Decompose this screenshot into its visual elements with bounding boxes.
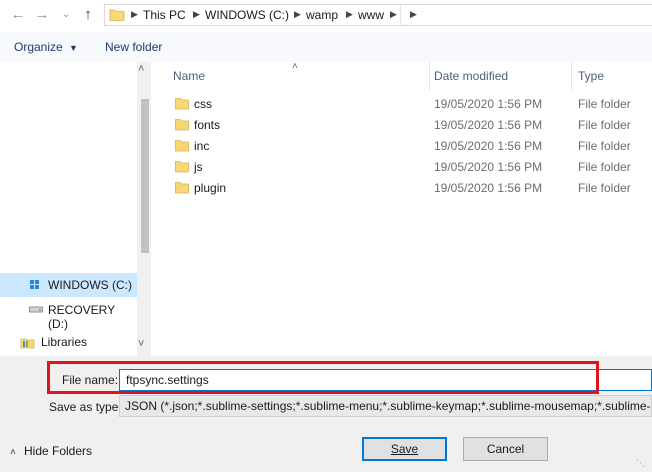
folder-icon [109,9,125,21]
file-name: plugin [194,181,227,195]
file-date: 19/05/2020 1:56 PM [434,160,543,174]
file-type: File folder [578,160,631,174]
file-date: 19/05/2020 1:56 PM [434,97,543,111]
recent-locations-chevron-icon[interactable]: ⌄ [56,4,76,26]
nav-item-windows-c[interactable]: WINDOWS (C:) [0,273,137,297]
resize-grip-icon[interactable]: ⋱ [636,458,645,469]
drive-icon [29,306,43,313]
breadcrumb-separator-icon: ▶ [131,9,138,19]
command-toolbar: Organize ▼ New folder [0,32,652,63]
folder-icon [175,182,189,194]
file-date: 19/05/2020 1:56 PM [434,181,543,195]
hide-folders-label: Hide Folders [24,444,93,458]
breadcrumb-separator-icon[interactable]: ▶ [390,9,397,20]
address-row: ← → ⌄ ↑ ▶ This PC ▶ WINDOWS (C:) ▶ wamp … [0,0,652,32]
file-name: fonts [194,118,221,132]
folder-icon [175,161,189,173]
breadcrumb-wamp[interactable]: wamp [306,8,338,22]
navigation-pane[interactable]: WINDOWS (C:) RECOVERY (D:) Libraries [0,62,137,356]
breadcrumb-separator-icon: ▶ [193,9,200,19]
column-header-date-modified[interactable]: Date modified [434,69,508,83]
file-name-input[interactable] [119,369,652,391]
list-item[interactable]: css 19/05/2020 1:56 PM File folder [151,94,652,115]
file-date: 19/05/2020 1:56 PM [434,118,543,132]
file-list[interactable]: ˄ Name Date modified Type css 19/05/2020… [151,61,652,356]
address-bar[interactable]: ▶ This PC ▶ WINDOWS (C:) ▶ wamp ▶ www ▶ … [104,4,652,26]
breadcrumb-windows-c[interactable]: WINDOWS (C:) [205,8,289,22]
save-label: Save [390,442,419,456]
chevron-up-icon: ˄ [10,447,16,458]
drive-icon [30,280,39,289]
back-arrow-icon[interactable]: ← [8,4,28,26]
hide-folders-button[interactable]: ˄ Hide Folders [10,444,92,458]
file-type: File folder [578,181,631,195]
file-name: inc [194,139,210,153]
file-name-label: File name: [62,373,118,387]
list-item[interactable]: fonts 19/05/2020 1:56 PM File folder [151,115,652,136]
forward-arrow-icon[interactable]: → [32,4,52,26]
list-item[interactable]: plugin 19/05/2020 1:56 PM File folder [151,178,652,199]
libraries-icon [20,338,35,349]
breadcrumb-www[interactable]: www [358,8,384,22]
organize-button[interactable]: Organize ▼ [14,40,78,54]
save-as-type-select[interactable]: JSON (*.json;*.sublime-settings;*.sublim… [119,395,652,417]
file-date: 19/05/2020 1:56 PM [434,139,543,153]
column-divider[interactable] [571,62,572,90]
breadcrumb-this-pc[interactable]: This PC [143,8,186,22]
breadcrumb-separator-icon: ▶ [294,9,301,19]
scroll-up-arrow-icon[interactable]: ˄ [138,63,144,75]
nav-item-libraries[interactable]: Libraries [0,330,137,354]
column-header-name[interactable]: Name [173,69,205,83]
file-name: css [194,97,212,111]
cancel-button[interactable]: Cancel [463,437,548,461]
folder-icon [175,98,189,110]
new-folder-button[interactable]: New folder [105,40,162,54]
list-item[interactable]: inc 19/05/2020 1:56 PM File folder [151,136,652,157]
chevron-down-icon: ▼ [69,43,78,53]
file-type: File folder [578,118,631,132]
up-arrow-icon[interactable]: ↑ [78,4,98,26]
nav-item-label: Libraries [41,335,88,349]
folder-icon [175,119,189,131]
scroll-down-arrow-icon[interactable]: ˅ [138,338,144,350]
organize-label: Organize [14,40,63,54]
file-name-label-text: File name: [62,373,119,387]
folder-icon [175,140,189,152]
file-type: File folder [578,139,631,153]
column-divider[interactable] [429,62,430,90]
file-type: File folder [578,97,631,111]
list-item[interactable]: js 19/05/2020 1:56 PM File folder [151,157,652,178]
column-header-type[interactable]: Type [578,69,604,83]
breadcrumb-separator-icon: ▶ [346,9,353,19]
file-name: js [194,160,203,174]
address-refresh-chevron-icon[interactable]: ▶ [410,9,417,20]
nav-item-label: RECOVERY (D:) [48,303,115,331]
nav-item-recovery-d[interactable]: RECOVERY (D:) [0,298,137,331]
nav-item-label: WINDOWS (C:) [48,278,132,292]
save-as-type-label: Save as type: [49,400,122,414]
nav-scrollbar-thumb[interactable] [141,99,149,253]
save-button[interactable]: Save [362,437,447,461]
sort-ascending-icon: ˄ [292,61,298,72]
